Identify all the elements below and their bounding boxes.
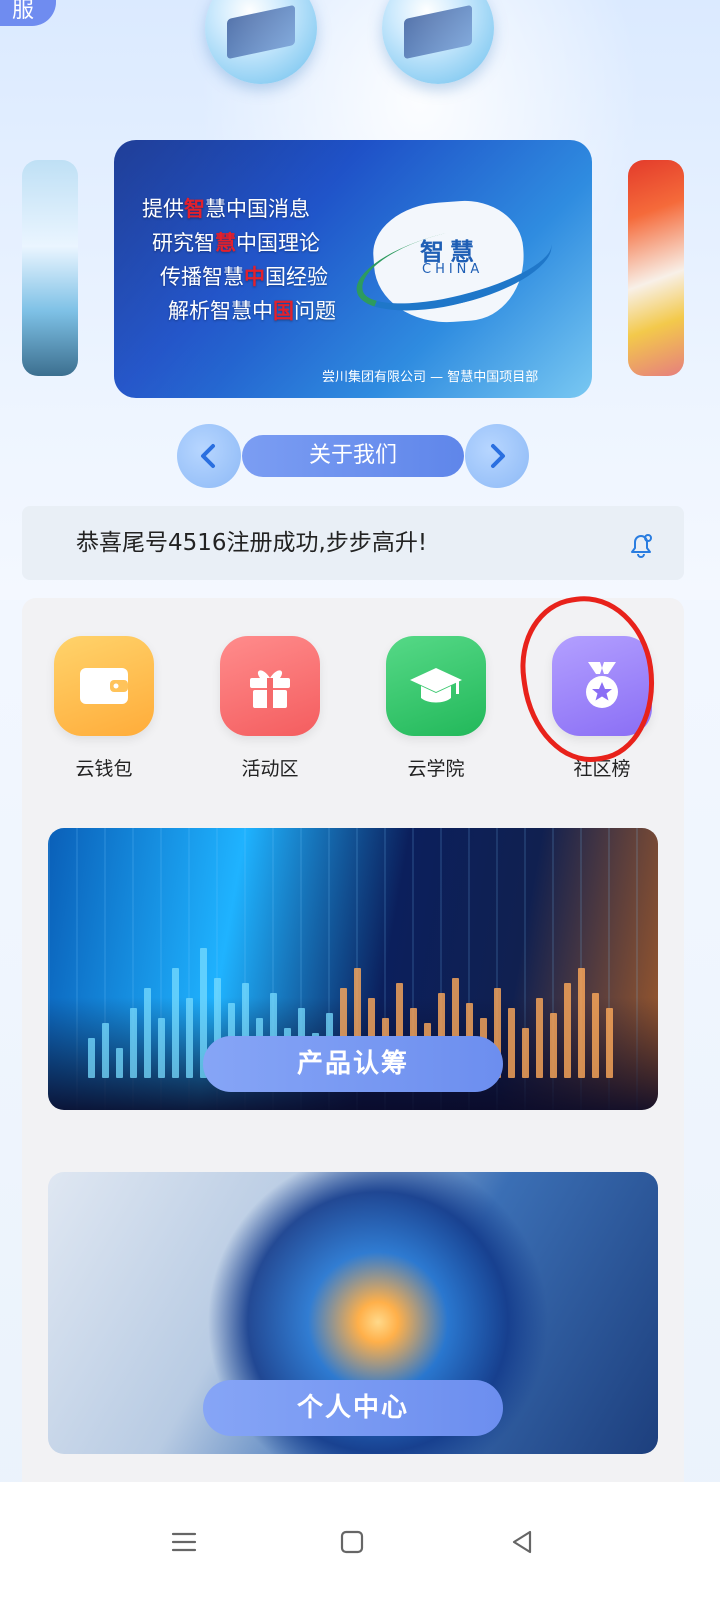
quick-label-activity: 活动区 [241, 758, 299, 780]
chart-bar-decoration [186, 998, 193, 1078]
chart-bar-decoration [550, 1013, 557, 1078]
gift-icon [220, 636, 320, 736]
chart-bar-decoration [172, 968, 179, 1078]
carousel-next-button[interactable] [465, 424, 529, 488]
chart-bar-decoration [116, 1048, 123, 1078]
carousel-prev-button[interactable] [177, 424, 241, 488]
chart-bar-decoration [592, 993, 599, 1078]
smart-city-scene [227, 4, 295, 60]
notice-bar[interactable]: 恭喜尾号4516注册成功,步步高升! [22, 506, 684, 580]
chart-bar-decoration [158, 1018, 165, 1078]
banner-slogan: 提供智慧中国消息 研究智慧中国理论 传播智慧中国经验 解析智慧中国问题 [142, 192, 336, 328]
back-button[interactable] [500, 1520, 544, 1564]
quick-label-wallet: 云钱包 [75, 758, 133, 780]
back-triangle-icon [512, 1530, 532, 1554]
chart-bar-decoration [102, 1023, 109, 1078]
quick-label-academy: 云学院 [407, 758, 465, 780]
banner-line-1: 提供智慧中国消息 [142, 196, 310, 221]
chart-bar-decoration [606, 1008, 613, 1078]
carousel-next-slide[interactable] [628, 160, 684, 376]
chart-bar-decoration [508, 1008, 515, 1078]
chevron-right-icon [491, 444, 505, 468]
product-subscription-card[interactable]: 产品认筹 [48, 828, 658, 1110]
smart-medical-scene [404, 4, 472, 60]
quick-item-wallet[interactable]: 云钱包 [44, 636, 164, 781]
logo-subtitle: CHINA [422, 262, 484, 277]
wallet-icon [54, 636, 154, 736]
banner-line-4: 解析智慧中国问题 [168, 298, 336, 323]
banner-line-3: 传播智慧中国经验 [160, 264, 328, 289]
personal-center-card[interactable]: 个人中心 [48, 1172, 658, 1454]
bell-icon[interactable] [626, 530, 656, 560]
chart-bar-decoration [564, 983, 571, 1078]
quick-item-academy[interactable]: 云学院 [376, 636, 496, 781]
chart-bar-decoration [536, 998, 543, 1078]
banner-footer: 尝川集团有限公司 — 智慧中国项目部 [322, 370, 539, 385]
chart-bar-decoration [144, 988, 151, 1078]
product-subscription-button[interactable]: 产品认筹 [203, 1036, 503, 1092]
quick-item-activity[interactable]: 活动区 [210, 636, 330, 781]
carousel-main-banner[interactable]: 提供智慧中国消息 研究智慧中国理论 传播智慧中国经验 解析智慧中国问题 智慧 C… [114, 140, 592, 398]
carousel-prev-slide[interactable] [22, 160, 78, 376]
chart-bar-decoration [522, 1028, 529, 1078]
personal-center-button[interactable]: 个人中心 [203, 1380, 503, 1436]
top-tab-label: 服 [12, 0, 35, 23]
banner-line-2: 研究智慧中国理论 [152, 230, 320, 255]
chart-bar-decoration [578, 968, 585, 1078]
menu-icon [171, 1532, 197, 1552]
system-nav-bar [0, 1482, 720, 1600]
chevron-left-icon [201, 444, 215, 468]
recent-apps-button[interactable] [162, 1520, 206, 1564]
home-button[interactable] [330, 1520, 374, 1564]
graduation-cap-icon [386, 636, 486, 736]
square-icon [340, 1530, 364, 1554]
chart-bar-decoration [130, 1008, 137, 1078]
about-us-button[interactable]: 关于我们 [242, 435, 464, 477]
chart-bar-decoration [88, 1038, 95, 1078]
notice-text: 恭喜尾号4516注册成功,步步高升! [76, 530, 428, 556]
